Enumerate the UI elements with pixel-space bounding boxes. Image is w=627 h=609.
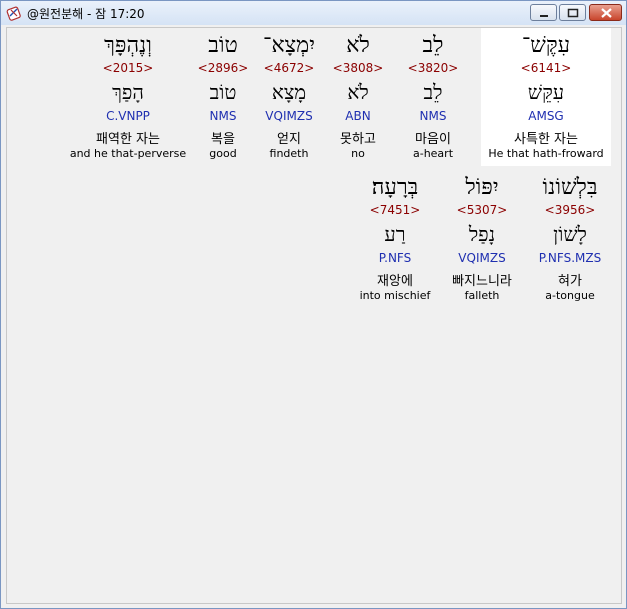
strong-number[interactable]: <4672>	[257, 61, 321, 75]
korean-gloss: 혀가	[558, 274, 582, 289]
parse-code: C.VNPP	[106, 109, 150, 123]
hebrew-word: לֵב	[422, 33, 444, 58]
english-gloss: into mischief	[359, 289, 431, 302]
window-title: @원전분해 - 잠 17:20	[27, 7, 145, 21]
minimize-button[interactable]	[530, 4, 557, 21]
hebrew-lemma: נָפַל	[468, 222, 496, 246]
app-window: @원전분해 - 잠 17:20 עִקֶּשׁ־ <6141> עִקֵּשׁ …	[0, 0, 627, 609]
close-icon	[601, 8, 612, 18]
word-cell[interactable]: לֹא <3808> לֹא ABN 못하고 no	[327, 28, 389, 166]
korean-gloss: 빠지느니라	[452, 274, 512, 289]
korean-gloss: 못하고	[340, 132, 376, 147]
hebrew-lemma: לָשׁוֹן	[553, 222, 587, 246]
hebrew-lemma: רַע	[384, 222, 406, 246]
strong-number[interactable]: <6141>	[481, 61, 611, 75]
strong-number[interactable]: <2896>	[197, 61, 249, 75]
word-cell[interactable]: טוֹב <2896> טוֹב NMS 복을 good	[197, 28, 249, 166]
parse-code: P.NFS.MZS	[538, 251, 602, 265]
english-gloss: He that hath-froward	[488, 147, 604, 160]
interlinear-panel: עִקֶּשׁ־ <6141> עִקֵּשׁ AMSG 사특한 자는 He t…	[6, 27, 622, 604]
english-gloss: falleth	[464, 289, 500, 302]
maximize-icon	[567, 8, 579, 18]
hebrew-lemma: עִקֵּשׁ	[527, 80, 565, 104]
word-cell[interactable]: בִּלְשׁוֹנוֹ <3956> לָשׁוֹן P.NFS.MZS 혀가…	[529, 170, 611, 308]
hebrew-lemma: לֹא	[347, 80, 369, 104]
hebrew-word: יִפּוֹל	[465, 175, 499, 200]
korean-gloss: 복을	[211, 132, 235, 147]
english-gloss: a-heart	[412, 147, 454, 160]
hebrew-word: בְּרָעָה׃	[371, 175, 419, 200]
hebrew-lemma: טוֹב	[209, 80, 237, 104]
english-gloss: and he that-perverse	[69, 147, 187, 160]
hebrew-lemma: לֵב	[423, 80, 443, 104]
close-button[interactable]	[589, 4, 622, 21]
english-gloss: no	[351, 147, 365, 160]
parse-code: P.NFS	[378, 251, 412, 265]
word-cell[interactable]: יִפּוֹל <5307> נָפַל VQIMZS 빠지느니라 fallet…	[443, 170, 521, 308]
parse-code: AMSG	[528, 109, 564, 123]
hebrew-lemma: הָפַךְ	[112, 80, 144, 104]
korean-gloss: 마음이	[415, 132, 451, 147]
word-cell[interactable]: וְנֶהְפָּךְ <2015> הָפַךְ C.VNPP 패역한 자는 …	[67, 28, 189, 166]
word-cell[interactable]: יִמְצָא־ <4672> מָצָא VQIMZS 얻지 findeth	[257, 28, 321, 166]
english-gloss: findeth	[269, 147, 309, 160]
parse-code: VQIMZS	[265, 109, 313, 123]
korean-gloss: 재앙에	[377, 274, 413, 289]
word-cell[interactable]: בְּרָעָה׃ <7451> רַע P.NFS 재앙에 into misc…	[353, 170, 437, 308]
korean-gloss: 패역한 자는	[96, 132, 160, 147]
parse-code: ABN	[345, 109, 371, 123]
strong-number[interactable]: <2015>	[67, 61, 189, 75]
english-gloss: a-tongue	[545, 289, 595, 302]
hebrew-word: וְנֶהְפָּךְ	[104, 33, 152, 58]
minimize-icon	[540, 15, 548, 17]
maximize-button[interactable]	[559, 4, 586, 21]
english-gloss: good	[209, 147, 237, 160]
hebrew-word: יִמְצָא־	[263, 33, 315, 58]
app-icon[interactable]	[6, 5, 22, 21]
hebrew-word: בִּלְשׁוֹנוֹ	[542, 175, 598, 200]
title-bar[interactable]: @원전분해 - 잠 17:20	[1, 1, 626, 25]
strong-number[interactable]: <3956>	[529, 203, 611, 217]
hebrew-word: לֹא	[346, 33, 370, 58]
strong-number[interactable]: <3820>	[400, 61, 466, 75]
hebrew-word: טוֹב	[208, 33, 238, 58]
korean-gloss: 얻지	[277, 132, 301, 147]
hebrew-lemma: מָצָא	[271, 80, 307, 104]
strong-number[interactable]: <5307>	[443, 203, 521, 217]
parse-code: VQIMZS	[458, 251, 506, 265]
parse-code: NMS	[419, 109, 447, 123]
hebrew-word: עִקֶּשׁ־	[521, 33, 571, 58]
word-cell[interactable]: עִקֶּשׁ־ <6141> עִקֵּשׁ AMSG 사특한 자는 He t…	[481, 28, 611, 166]
strong-number[interactable]: <3808>	[327, 61, 389, 75]
word-cell[interactable]: לֵב <3820> לֵב NMS 마음이 a-heart	[400, 28, 466, 166]
strong-number[interactable]: <7451>	[353, 203, 437, 217]
korean-gloss: 사특한 자는	[514, 132, 578, 147]
parse-code: NMS	[209, 109, 237, 123]
